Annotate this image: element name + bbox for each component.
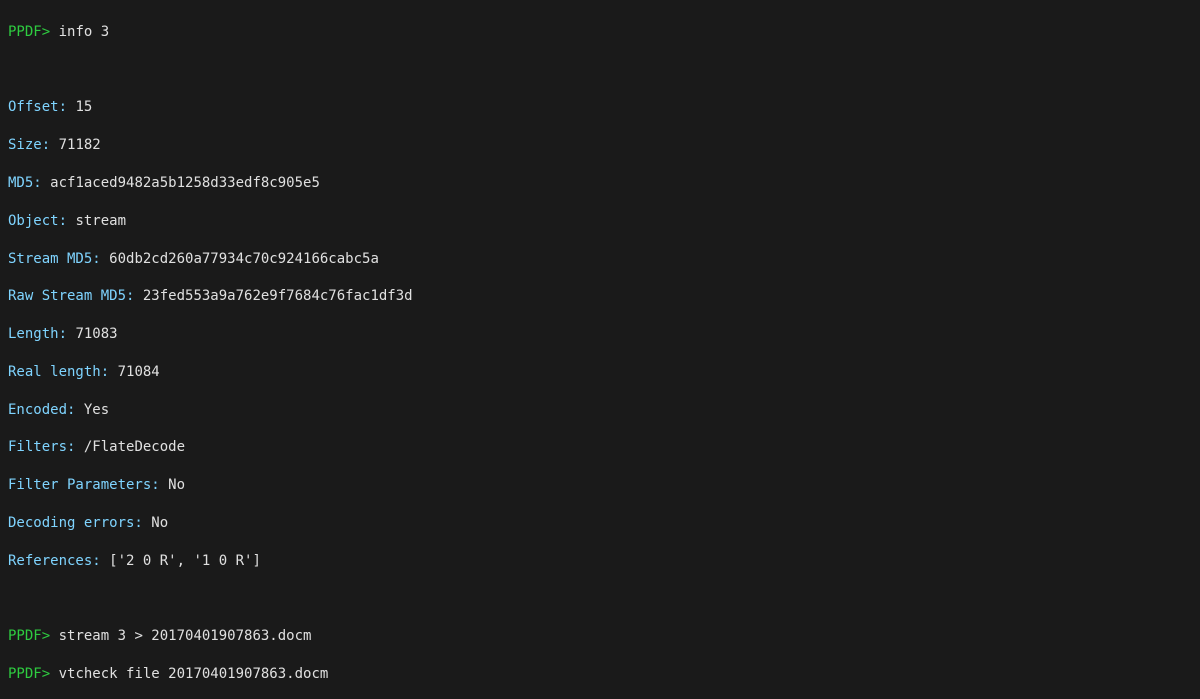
- label: Stream MD5:: [8, 251, 101, 267]
- value: acf1aced9482a5b1258d33edf8c905e5: [50, 175, 320, 191]
- value: 71084: [118, 364, 160, 380]
- info-line: Raw Stream MD5: 23fed553a9a762e9f7684c76…: [8, 287, 1192, 306]
- label: Encoded:: [8, 402, 75, 418]
- value: stream: [75, 213, 126, 229]
- command-line: PPDF> stream 3 > 20170401907863.docm: [8, 627, 1192, 646]
- label: Filters:: [8, 439, 75, 455]
- command-text: info 3: [59, 24, 110, 40]
- value: /FlateDecode: [84, 439, 185, 455]
- value: ['2 0 R', '1 0 R']: [109, 553, 261, 569]
- label: MD5:: [8, 175, 42, 191]
- info-line: Object: stream: [8, 212, 1192, 231]
- command-text: vtcheck file 20170401907863.docm: [59, 666, 329, 682]
- blank-line: [8, 590, 1192, 609]
- command-line: PPDF> vtcheck file 20170401907863.docm: [8, 665, 1192, 684]
- info-line: Length: 71083: [8, 325, 1192, 344]
- value: 71083: [75, 326, 117, 342]
- blank-line: [8, 61, 1192, 80]
- value: 60db2cd260a77934c70c924166cabc5a: [109, 251, 379, 267]
- command-text: stream 3 > 20170401907863.docm: [59, 628, 312, 644]
- label: Offset:: [8, 99, 67, 115]
- value: 23fed553a9a762e9f7684c76fac1df3d: [143, 288, 413, 304]
- value: No: [168, 477, 185, 493]
- info-line: Decoding errors: No: [8, 514, 1192, 533]
- label: Decoding errors:: [8, 515, 143, 531]
- command-line: PPDF> info 3: [8, 23, 1192, 42]
- info-line: Offset: 15: [8, 98, 1192, 117]
- info-line: Real length: 71084: [8, 363, 1192, 382]
- label: Filter Parameters:: [8, 477, 160, 493]
- prompt: PPDF>: [8, 628, 50, 644]
- label: Length:: [8, 326, 67, 342]
- label: Object:: [8, 213, 67, 229]
- prompt: PPDF>: [8, 24, 50, 40]
- value: 15: [75, 99, 92, 115]
- label: Raw Stream MD5:: [8, 288, 134, 304]
- info-line: References: ['2 0 R', '1 0 R']: [8, 552, 1192, 571]
- value: 71182: [59, 137, 101, 153]
- info-line: Size: 71182: [8, 136, 1192, 155]
- info-line: Filters: /FlateDecode: [8, 438, 1192, 457]
- label: Real length:: [8, 364, 109, 380]
- value: Yes: [84, 402, 109, 418]
- info-line: Filter Parameters: No: [8, 476, 1192, 495]
- label: References:: [8, 553, 101, 569]
- info-line: Encoded: Yes: [8, 401, 1192, 420]
- prompt: PPDF>: [8, 666, 50, 682]
- value: No: [151, 515, 168, 531]
- label: Size:: [8, 137, 50, 153]
- terminal-output[interactable]: PPDF> info 3 Offset: 15 Size: 71182 MD5:…: [0, 0, 1200, 699]
- info-line: MD5: acf1aced9482a5b1258d33edf8c905e5: [8, 174, 1192, 193]
- info-line: Stream MD5: 60db2cd260a77934c70c924166ca…: [8, 250, 1192, 269]
